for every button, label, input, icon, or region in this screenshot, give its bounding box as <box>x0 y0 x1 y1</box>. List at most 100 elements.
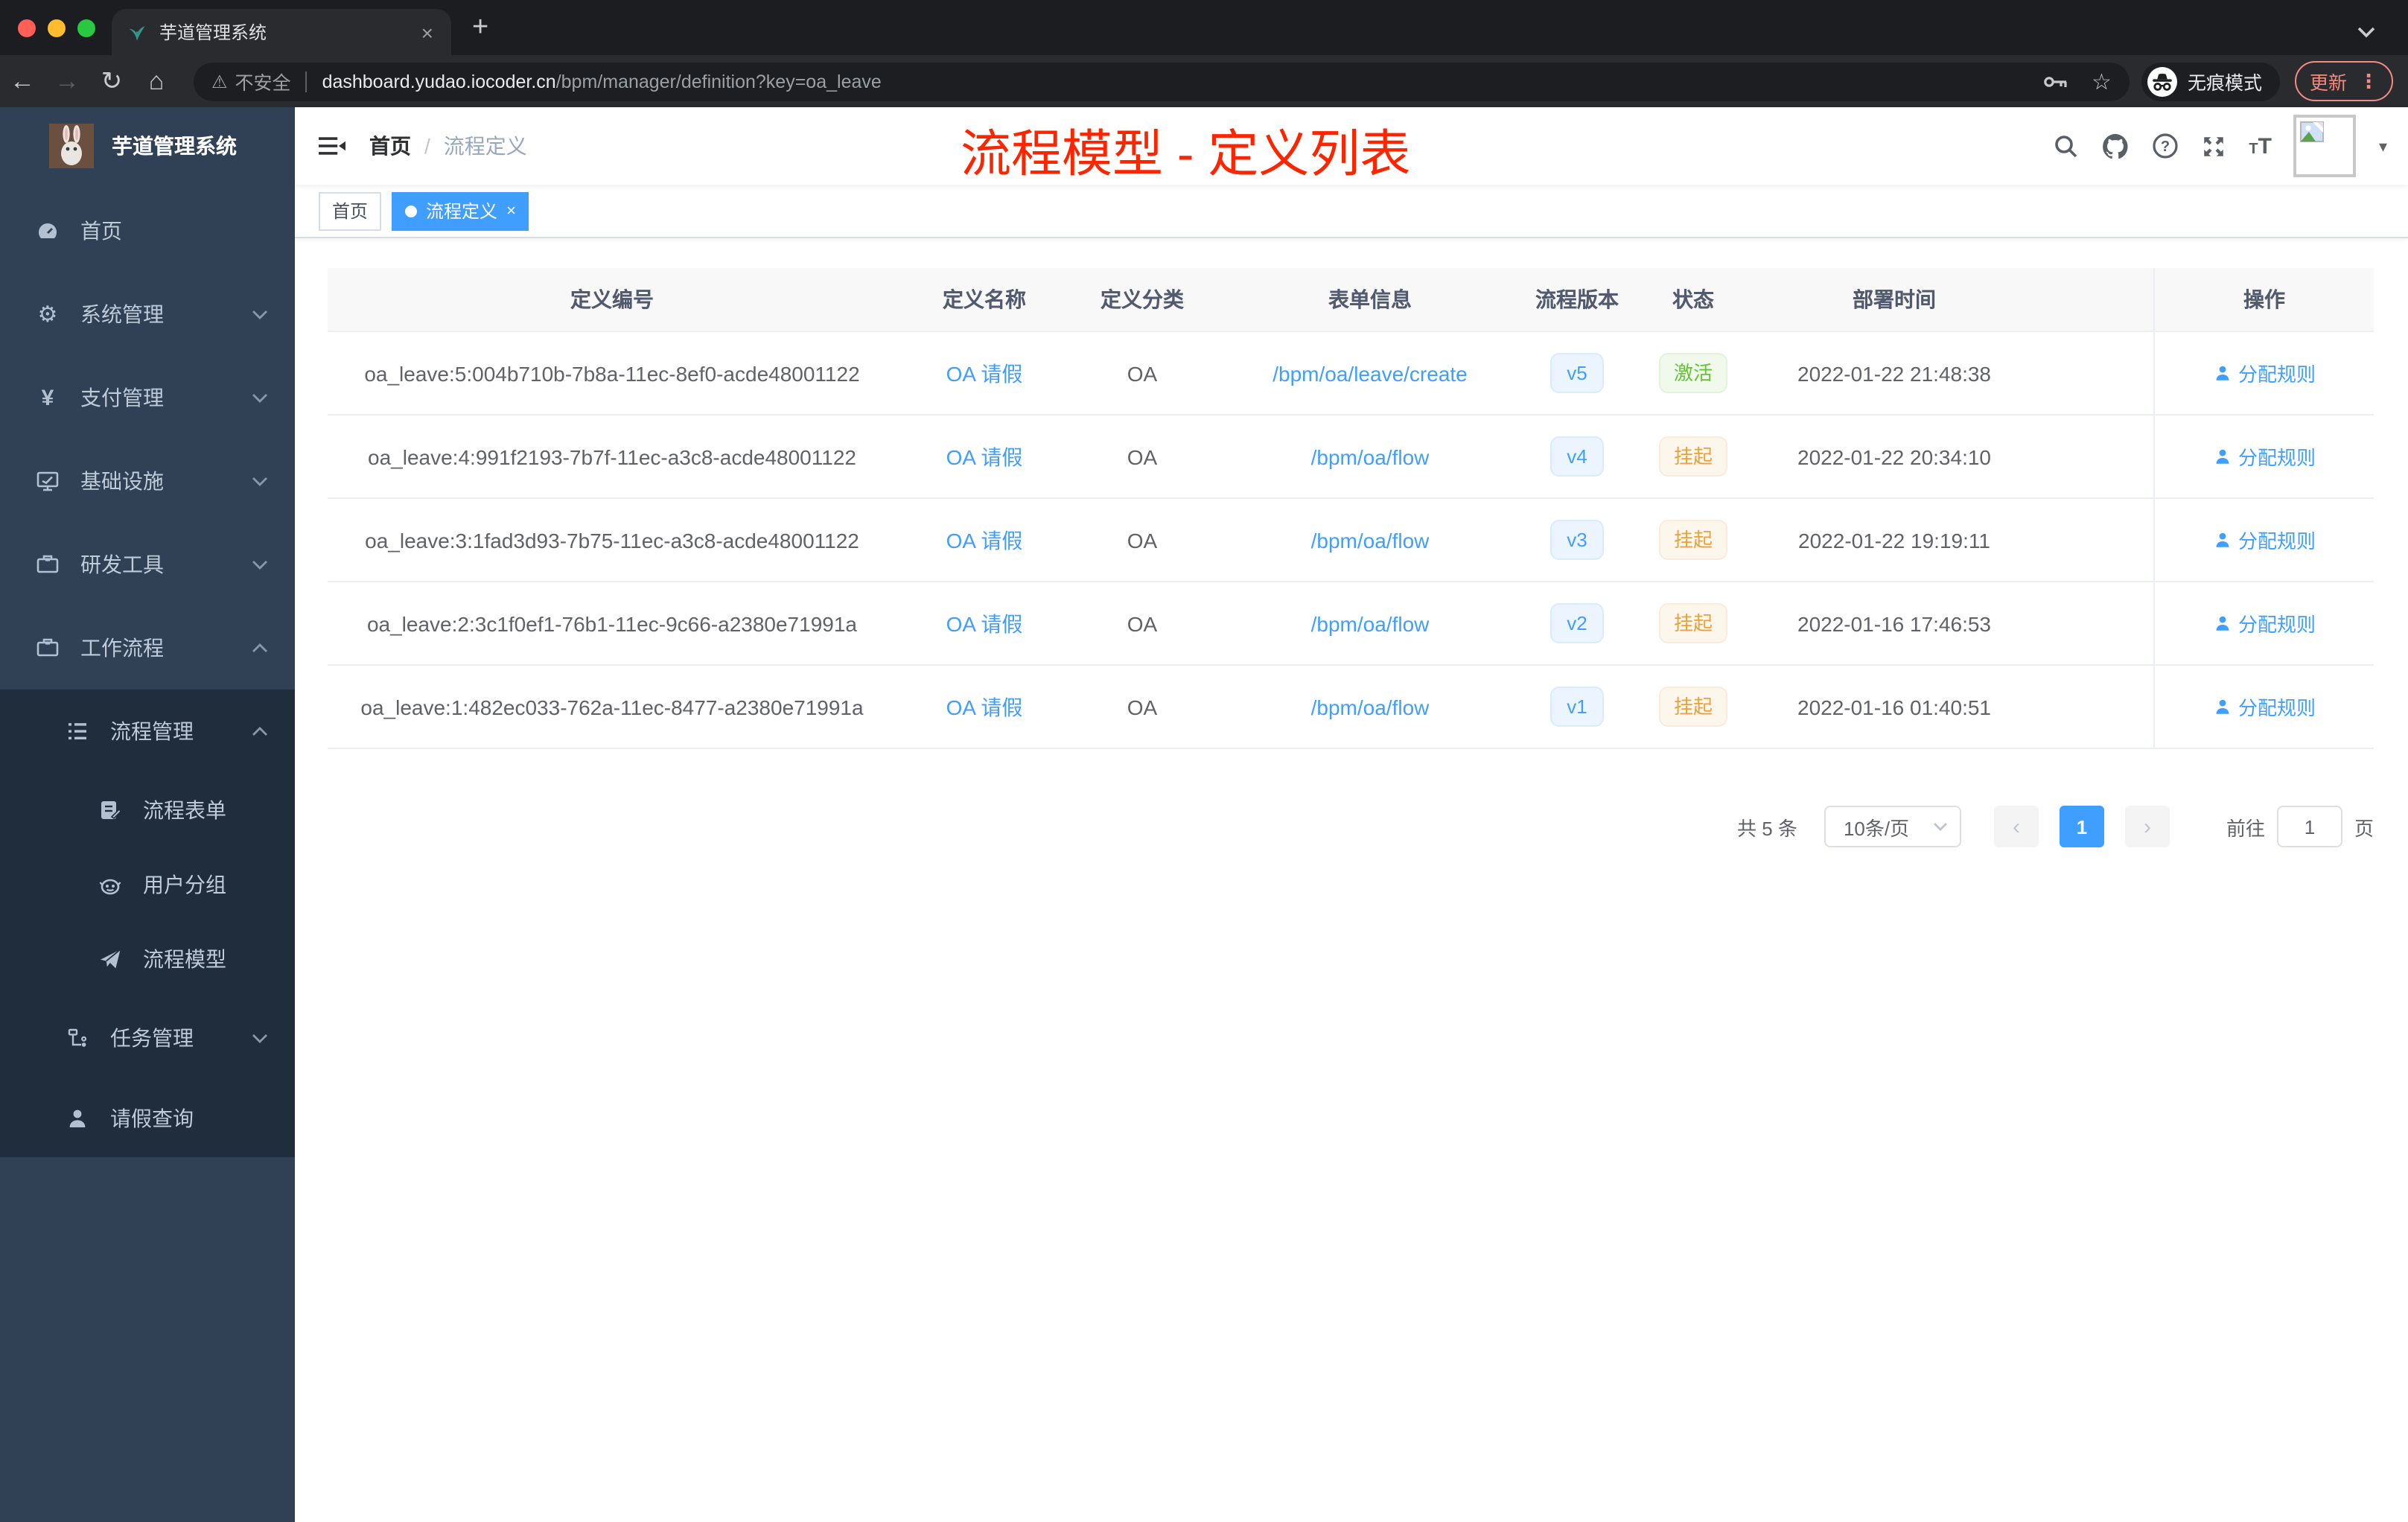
url-divider <box>305 71 308 92</box>
col-header-actions: 操作 <box>2153 268 2374 331</box>
password-key-icon[interactable] <box>2042 72 2068 90</box>
avatar[interactable] <box>2293 115 2357 177</box>
reload-button[interactable]: ↻ <box>89 66 134 96</box>
forward-button[interactable]: → <box>45 66 89 96</box>
breadcrumb-home-link[interactable]: 首页 <box>369 131 411 161</box>
chevron-down-icon <box>252 559 268 570</box>
minimize-window-button[interactable] <box>48 19 66 36</box>
app-title: 芋道管理系统 <box>112 134 237 158</box>
status-badge: 挂起 <box>1658 603 1727 643</box>
help-icon[interactable]: ? <box>2152 133 2179 159</box>
sidebar-item-user-group[interactable]: 用户分组 <box>0 847 295 922</box>
sidebar-item-label: 工作流程 <box>80 636 164 660</box>
sidebar-item-label: 流程表单 <box>143 798 226 822</box>
close-window-button[interactable] <box>18 19 36 36</box>
form-link[interactable]: /bpm/oa/flow <box>1311 695 1430 719</box>
user-icon <box>2216 616 2229 631</box>
sidebar: 芋道管理系统 首页 ⚙ 系统管理 ¥ 支付管理 基础设施 研发工具 工作流程 流… <box>0 107 295 1522</box>
page-size-select[interactable]: 10条/页 <box>1823 806 1961 847</box>
breadcrumb-current: 流程定义 <box>443 134 527 158</box>
cell-category: OA <box>1127 611 1158 635</box>
form-link[interactable]: /bpm/oa/flow <box>1311 528 1430 552</box>
page-size-value: 10条/页 <box>1843 817 1910 839</box>
cell-definition-id: oa_leave:2:3c1f0ef1-76b1-11ec-9c66-a2380… <box>366 611 857 635</box>
prev-page-button[interactable]: ‹ <box>1993 806 2039 847</box>
sidebar-item-infrastructure[interactable]: 基础设施 <box>0 439 295 523</box>
assign-rule-button[interactable]: 分配规则 <box>2213 442 2316 471</box>
sidebar-item-task-management[interactable]: 任务管理 <box>0 996 295 1080</box>
cell-category: OA <box>1127 528 1158 552</box>
cell-deploy-time: 2022-01-16 17:46:53 <box>1797 611 1991 635</box>
active-dot <box>405 205 418 217</box>
assign-rule-button[interactable]: 分配规则 <box>2213 692 2316 721</box>
browser-update-menu-button[interactable]: 更新 ⋮ <box>2294 61 2393 101</box>
assign-rule-button[interactable]: 分配规则 <box>2213 526 2316 554</box>
github-icon[interactable] <box>2101 132 2130 160</box>
incognito-label: 无痕模式 <box>2187 73 2262 94</box>
caret-down-icon[interactable]: ▾ <box>2379 136 2387 156</box>
definition-name-link[interactable]: OA 请假 <box>946 528 1023 552</box>
screen: 芋道管理系统 × + ← → ↻ ⌂ ⚠ 不安全 dashboard.yudao… <box>0 0 2408 1522</box>
assign-rule-button[interactable]: 分配规则 <box>2213 359 2316 387</box>
form-link[interactable]: /bpm/oa/leave/create <box>1273 361 1468 385</box>
next-page-button[interactable]: › <box>2124 806 2170 847</box>
tag-close-icon[interactable]: × <box>506 202 516 220</box>
chevron-down-icon <box>252 392 268 403</box>
sidebar-item-payment[interactable]: ¥ 支付管理 <box>0 356 295 439</box>
user-icon <box>2216 699 2229 714</box>
sidebar-item-system[interactable]: ⚙ 系统管理 <box>0 273 295 356</box>
incognito-icon <box>2147 66 2177 96</box>
sidebar-item-leave-query[interactable]: 请假查询 <box>0 1080 295 1157</box>
col-header-category: 定义分类 <box>1101 287 1184 311</box>
font-size-icon[interactable]: TT <box>2249 133 2272 159</box>
toolbox-icon <box>30 636 66 660</box>
sidebar-item-workflow[interactable]: 工作流程 <box>0 606 295 690</box>
form-link[interactable]: /bpm/oa/flow <box>1311 445 1430 468</box>
goto-page-input[interactable] <box>2276 806 2342 847</box>
yen-icon: ¥ <box>41 385 54 410</box>
browser-tab[interactable]: 芋道管理系统 × <box>112 9 451 55</box>
fullscreen-icon[interactable] <box>2201 133 2226 159</box>
chevron-down-icon <box>1933 823 1947 831</box>
definition-name-link[interactable]: OA 请假 <box>946 445 1023 468</box>
zoom-window-button[interactable] <box>77 19 95 36</box>
new-tab-button[interactable]: + <box>472 12 488 45</box>
form-link[interactable]: /bpm/oa/flow <box>1311 611 1430 635</box>
definition-name-link[interactable]: OA 请假 <box>946 611 1023 635</box>
pagination: 共 5 条 10条/页 ‹ 1 › 前往 页 <box>328 806 2374 847</box>
table-header-row: 定义编号 定义名称 定义分类 表单信息 流程版本 状态 部署时间 操作 <box>328 268 2374 332</box>
tab-close-icon[interactable]: × <box>418 20 436 44</box>
version-badge: v4 <box>1550 436 1604 477</box>
sidebar-item-home[interactable]: 首页 <box>0 189 295 273</box>
sidebar-item-process-management[interactable]: 流程管理 <box>0 690 295 773</box>
sidebar-toggle-button[interactable] <box>295 134 369 158</box>
definition-name-link[interactable]: OA 请假 <box>946 361 1023 385</box>
url-path: /bpm/manager/definition?key=oa_leave <box>555 71 882 92</box>
sidebar-menu: 首页 ⚙ 系统管理 ¥ 支付管理 基础设施 研发工具 工作流程 流程管理 流程表… <box>0 189 295 1157</box>
col-header-version: 流程版本 <box>1535 287 1619 311</box>
tag-process-definition[interactable]: 流程定义 × <box>392 191 529 230</box>
app-logo[interactable]: 芋道管理系统 <box>0 107 295 185</box>
sidebar-item-label: 基础设施 <box>80 469 164 493</box>
bookmark-star-icon[interactable]: ☆ <box>2092 68 2112 95</box>
page-number-button[interactable]: 1 <box>2059 806 2104 847</box>
url-host: dashboard.yudao.iocoder.cn <box>322 71 556 92</box>
workflow-submenu: 流程管理 流程表单 用户分组 流程模型 任务管理 请假查询 <box>0 690 295 1157</box>
assign-rule-button[interactable]: 分配规则 <box>2213 609 2316 637</box>
tab-search-icon[interactable] <box>2357 19 2375 46</box>
tab-title: 芋道管理系统 <box>159 22 267 43</box>
address-bar[interactable]: ⚠ 不安全 dashboard.yudao.iocoder.cn/bpm/man… <box>194 62 2130 101</box>
definition-name-link[interactable]: OA 请假 <box>946 695 1023 719</box>
sidebar-item-dev-tools[interactable]: 研发工具 <box>0 523 295 606</box>
search-icon[interactable] <box>2054 133 2079 159</box>
sidebar-item-label: 系统管理 <box>80 302 164 326</box>
back-button[interactable]: ← <box>0 66 45 96</box>
sidebar-item-process-form[interactable]: 流程表单 <box>0 773 295 847</box>
home-button[interactable]: ⌂ <box>134 66 179 96</box>
browser-toolbar: ← → ↻ ⌂ ⚠ 不安全 dashboard.yudao.iocoder.cn… <box>0 55 2408 107</box>
status-badge: 激活 <box>1658 353 1727 393</box>
tag-home[interactable]: 首页 <box>319 191 382 230</box>
app-header: 首页 / 流程定义 ? TT ▾ <box>295 107 2408 185</box>
table-row: oa_leave:3:1fad3d93-7b75-11ec-a3c8-acde4… <box>328 499 2374 582</box>
sidebar-item-process-model[interactable]: 流程模型 <box>0 922 295 996</box>
